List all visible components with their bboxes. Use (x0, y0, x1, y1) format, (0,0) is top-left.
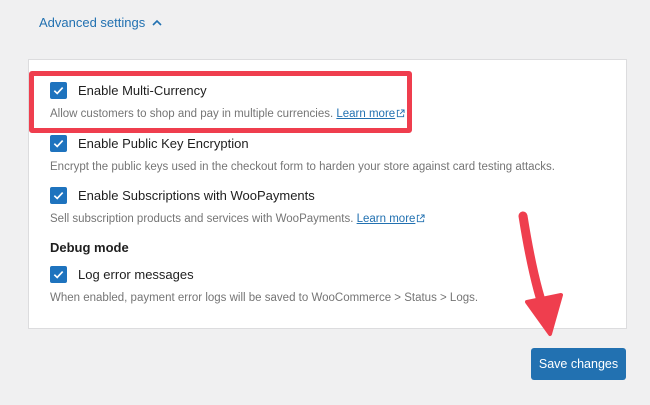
save-changes-button[interactable]: Save changes (531, 348, 626, 380)
public-key-encryption-help: Encrypt the public keys used in the chec… (50, 161, 555, 173)
page: Advanced settings Enable Multi-Currency … (0, 0, 650, 405)
log-errors-help: When enabled, payment error logs will be… (50, 292, 479, 304)
public-key-encryption-label: Enable Public Key Encryption (78, 136, 249, 151)
chevron-up-icon (151, 17, 163, 29)
public-key-encryption-checkbox[interactable] (50, 135, 67, 152)
advanced-settings-toggle[interactable]: Advanced settings (39, 15, 163, 30)
log-errors-label: Log error messages (78, 267, 194, 282)
red-arrow-annotation (518, 211, 563, 336)
checkmark-icon (53, 191, 64, 200)
checkmark-icon (53, 139, 64, 148)
subscriptions-learn-more-link[interactable]: Learn more (357, 213, 426, 225)
option-log-errors: Log error messages When enabled, payment… (50, 266, 478, 304)
subscriptions-label: Enable Subscriptions with WooPayments (78, 188, 315, 203)
option-public-key-encryption: Enable Public Key Encryption Encrypt the… (50, 135, 555, 173)
checkmark-icon (53, 270, 64, 279)
debug-mode-heading: Debug mode (50, 240, 129, 255)
advanced-settings-label: Advanced settings (39, 15, 146, 30)
log-errors-checkbox[interactable] (50, 266, 67, 283)
subscriptions-checkbox[interactable] (50, 187, 67, 204)
subscriptions-help: Sell subscription products and services … (50, 213, 425, 225)
option-subscriptions: Enable Subscriptions with WooPayments Se… (50, 187, 425, 225)
external-link-icon (417, 214, 425, 223)
highlight-box (29, 71, 412, 133)
